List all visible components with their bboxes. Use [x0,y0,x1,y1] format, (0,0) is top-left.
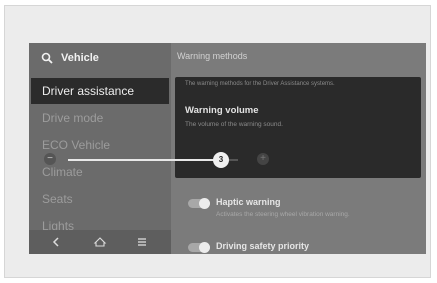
volume-slider-fill [68,159,221,161]
haptic-warning-description: Activates the steering wheel vibration w… [216,211,350,218]
volume-increase-button[interactable]: + [257,153,269,165]
popup-title: Warning volume [185,105,259,116]
sidebar-item-driver-assistance[interactable]: Driver assistance [31,78,169,104]
toggle-knob [199,242,210,253]
page-title: Warning methods [177,51,248,61]
search-icon[interactable] [41,52,53,64]
sidebar-item-seats[interactable]: Seats [29,186,171,212]
sidebar-header[interactable]: Vehicle [29,43,171,73]
infotainment-screen: Vehicle Driver assistance Drive mode ECO… [29,43,426,254]
driving-safety-priority-toggle[interactable] [188,242,210,253]
sidebar: Vehicle Driver assistance Drive mode ECO… [29,43,171,254]
popup-subtitle: The volume of the warning sound. [185,121,283,128]
sidebar-title: Vehicle [61,52,99,64]
haptic-warning-label: Haptic warning [216,197,281,207]
volume-slider-thumb[interactable]: 3 [213,152,229,168]
bottom-nav-bar [29,230,171,254]
toggle-knob [199,198,210,209]
haptic-warning-toggle[interactable] [188,198,210,209]
home-icon[interactable] [93,235,107,249]
menu-icon[interactable] [135,235,149,249]
figure-frame: Vehicle Driver assistance Drive mode ECO… [4,5,431,278]
warning-volume-popup: The warning methods for the Driver Assis… [175,77,421,178]
volume-decrease-button[interactable]: − [44,153,56,165]
popup-description: The warning methods for the Driver Assis… [185,81,335,87]
volume-slider[interactable]: 3 [68,152,238,168]
driving-safety-priority-label: Driving safety priority [216,241,310,251]
sidebar-item-drive-mode[interactable]: Drive mode [29,105,171,131]
back-icon[interactable] [49,235,63,249]
